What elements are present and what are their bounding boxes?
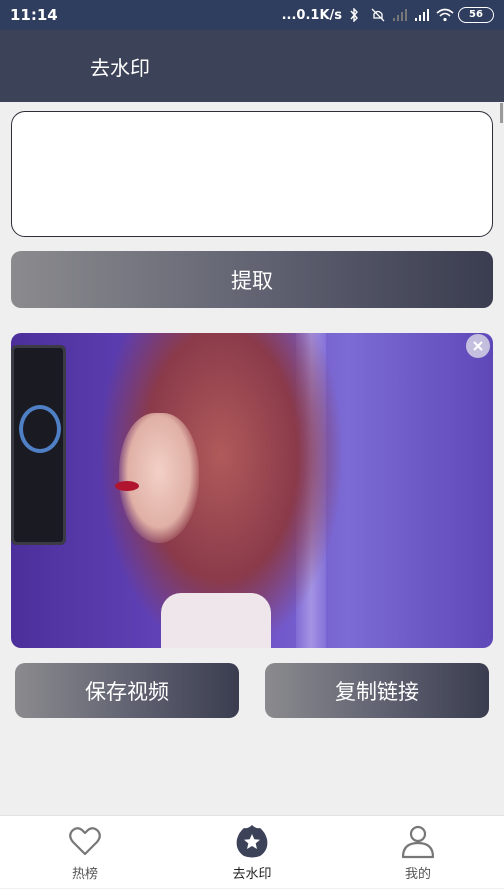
app-bar: 去水印 (0, 30, 504, 102)
close-icon[interactable] (466, 334, 490, 358)
tab-remove-watermark[interactable]: 去水印 (192, 816, 312, 889)
star-badge-icon (234, 823, 270, 859)
signal-icon (392, 8, 408, 22)
status-icons: ...0.1K/s 56 (282, 7, 494, 23)
video-phone-prop (11, 345, 66, 545)
tab-profile[interactable]: 我的 (358, 816, 478, 889)
signal-icon (414, 8, 430, 22)
user-icon (400, 823, 436, 859)
bluetooth-icon (348, 7, 364, 23)
wifi-icon (436, 8, 454, 22)
copy-link-label: 复制链接 (335, 679, 419, 704)
save-video-label: 保存视频 (85, 679, 169, 704)
extract-button[interactable]: 提取 (11, 251, 493, 308)
save-video-button[interactable]: 保存视频 (15, 663, 239, 718)
heart-icon (67, 823, 103, 859)
link-input[interactable] (11, 111, 493, 237)
video-subject-face (119, 413, 199, 543)
scrollbar[interactable] (500, 103, 503, 123)
mute-icon (370, 8, 386, 22)
bottom-tab-bar: 热榜 去水印 我的 (0, 815, 504, 888)
video-preview[interactable] (11, 333, 493, 648)
page-title: 去水印 (90, 55, 150, 80)
tab-label: 热榜 (71, 867, 98, 882)
status-bar: 11:14 ...0.1K/s 56 (0, 0, 504, 30)
status-time: 11:14 (10, 6, 58, 24)
network-speed: ...0.1K/s (281, 7, 342, 23)
battery-icon: 56 (458, 7, 494, 23)
extract-button-label: 提取 (231, 268, 273, 293)
tab-hot-list[interactable]: 热榜 (25, 816, 145, 889)
copy-link-button[interactable]: 复制链接 (265, 663, 489, 718)
tab-label: 去水印 (232, 867, 272, 882)
tab-label: 我的 (404, 867, 431, 882)
